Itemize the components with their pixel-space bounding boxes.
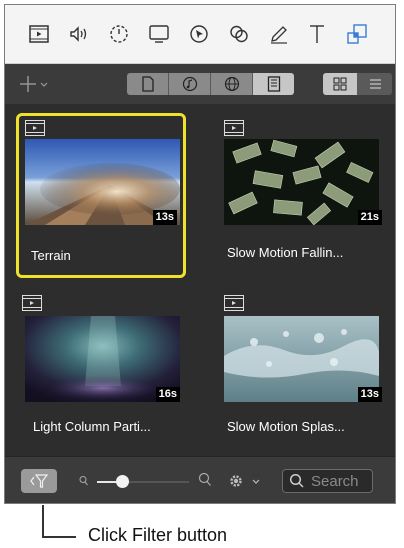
list-icon <box>370 79 381 89</box>
duration-badge: 13s <box>152 210 177 225</box>
callout-label: Click Filter button <box>88 525 228 545</box>
plus-icon <box>20 76 36 92</box>
zoom-slider-thumb[interactable] <box>116 475 129 488</box>
tab-globe[interactable] <box>211 73 253 95</box>
tool-toolbar <box>5 5 395 64</box>
tab-music[interactable] <box>169 73 211 95</box>
library-subbar <box>5 64 395 104</box>
audio-icon[interactable] <box>67 22 91 46</box>
media-item-label: Slow Motion Splas... <box>227 419 345 434</box>
cursor-icon[interactable] <box>187 22 211 46</box>
grid-icon <box>333 77 347 91</box>
video-clip-icon <box>224 120 244 136</box>
music-icon <box>182 76 197 92</box>
pen-icon[interactable] <box>267 22 291 46</box>
chevron-down-icon <box>40 82 48 87</box>
film-icon <box>267 76 280 92</box>
media-item-label: Light Column Parti... <box>33 419 151 434</box>
search-field[interactable] <box>282 469 373 493</box>
view-mode-segment <box>323 73 392 95</box>
search-input[interactable] <box>311 472 371 490</box>
filter-icon <box>30 474 49 488</box>
callout-line <box>42 536 76 538</box>
media-grid: 13s Terrain 21s Slow Motion Fallin... 16… <box>5 105 395 445</box>
library-bottom-bar <box>5 456 395 503</box>
media-item-label: Slow Motion Fallin... <box>227 245 344 260</box>
callout-line <box>42 505 44 537</box>
zoom-in-icon <box>198 472 211 486</box>
text-icon[interactable] <box>305 22 329 46</box>
screen-icon[interactable] <box>147 22 171 46</box>
media-item-slow-motion-falling[interactable]: 21s Slow Motion Fallin... <box>218 113 388 278</box>
chevron-down-icon <box>252 479 260 484</box>
duration-badge: 16s <box>155 387 180 402</box>
media-library-panel: 13s Terrain 21s Slow Motion Fallin... 16… <box>4 4 396 504</box>
settings-button[interactable] <box>227 470 267 492</box>
video-clip-icon <box>22 295 42 311</box>
media-item-slow-motion-splash[interactable]: 13s Slow Motion Splas... <box>218 287 388 452</box>
list-view-button[interactable] <box>358 73 392 95</box>
media-library-icon[interactable] <box>345 22 369 46</box>
thumbnail <box>224 316 379 402</box>
video-clip-icon <box>224 295 244 311</box>
gear-icon <box>230 475 242 487</box>
thumbnail <box>224 139 379 225</box>
grid-view-button[interactable] <box>323 73 358 95</box>
media-item-light-column[interactable]: 16s Light Column Parti... <box>16 287 186 452</box>
overlay-icon[interactable] <box>227 22 251 46</box>
document-icon <box>141 76 154 92</box>
filter-button[interactable] <box>21 469 57 493</box>
tab-document[interactable] <box>127 73 169 95</box>
add-button[interactable] <box>17 72 53 96</box>
search-icon <box>289 473 304 488</box>
library-type-segment <box>127 73 294 95</box>
video-icon[interactable] <box>27 22 51 46</box>
zoom-out-icon <box>79 476 88 486</box>
globe-icon <box>224 76 239 92</box>
timer-icon[interactable] <box>107 22 131 46</box>
duration-badge: 13s <box>357 387 382 402</box>
media-item-terrain[interactable]: 13s Terrain <box>16 113 186 278</box>
video-clip-icon <box>25 120 45 136</box>
duration-badge: 21s <box>357 210 382 225</box>
media-item-label: Terrain <box>31 248 71 263</box>
tab-media[interactable] <box>253 73 294 95</box>
